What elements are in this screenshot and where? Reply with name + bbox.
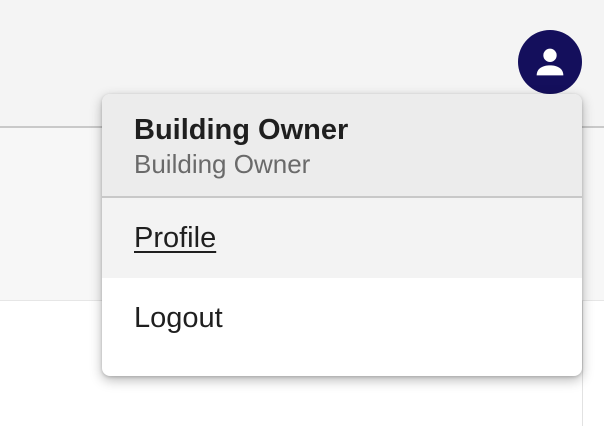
menu-item-label: Logout xyxy=(134,301,223,334)
person-icon xyxy=(536,48,564,76)
user-role: Building Owner xyxy=(134,149,311,179)
user-dropdown-menu: Building Owner Building Owner Profile Lo… xyxy=(102,94,582,376)
user-name: Building Owner xyxy=(134,114,349,146)
menu-item-logout[interactable]: Logout xyxy=(102,278,582,358)
user-avatar-button[interactable] xyxy=(518,30,582,94)
menu-item-profile[interactable]: Profile xyxy=(102,198,582,278)
user-info-header: Building Owner Building Owner xyxy=(102,94,582,198)
panel-divider xyxy=(582,301,583,426)
menu-item-label: Profile xyxy=(134,221,217,254)
